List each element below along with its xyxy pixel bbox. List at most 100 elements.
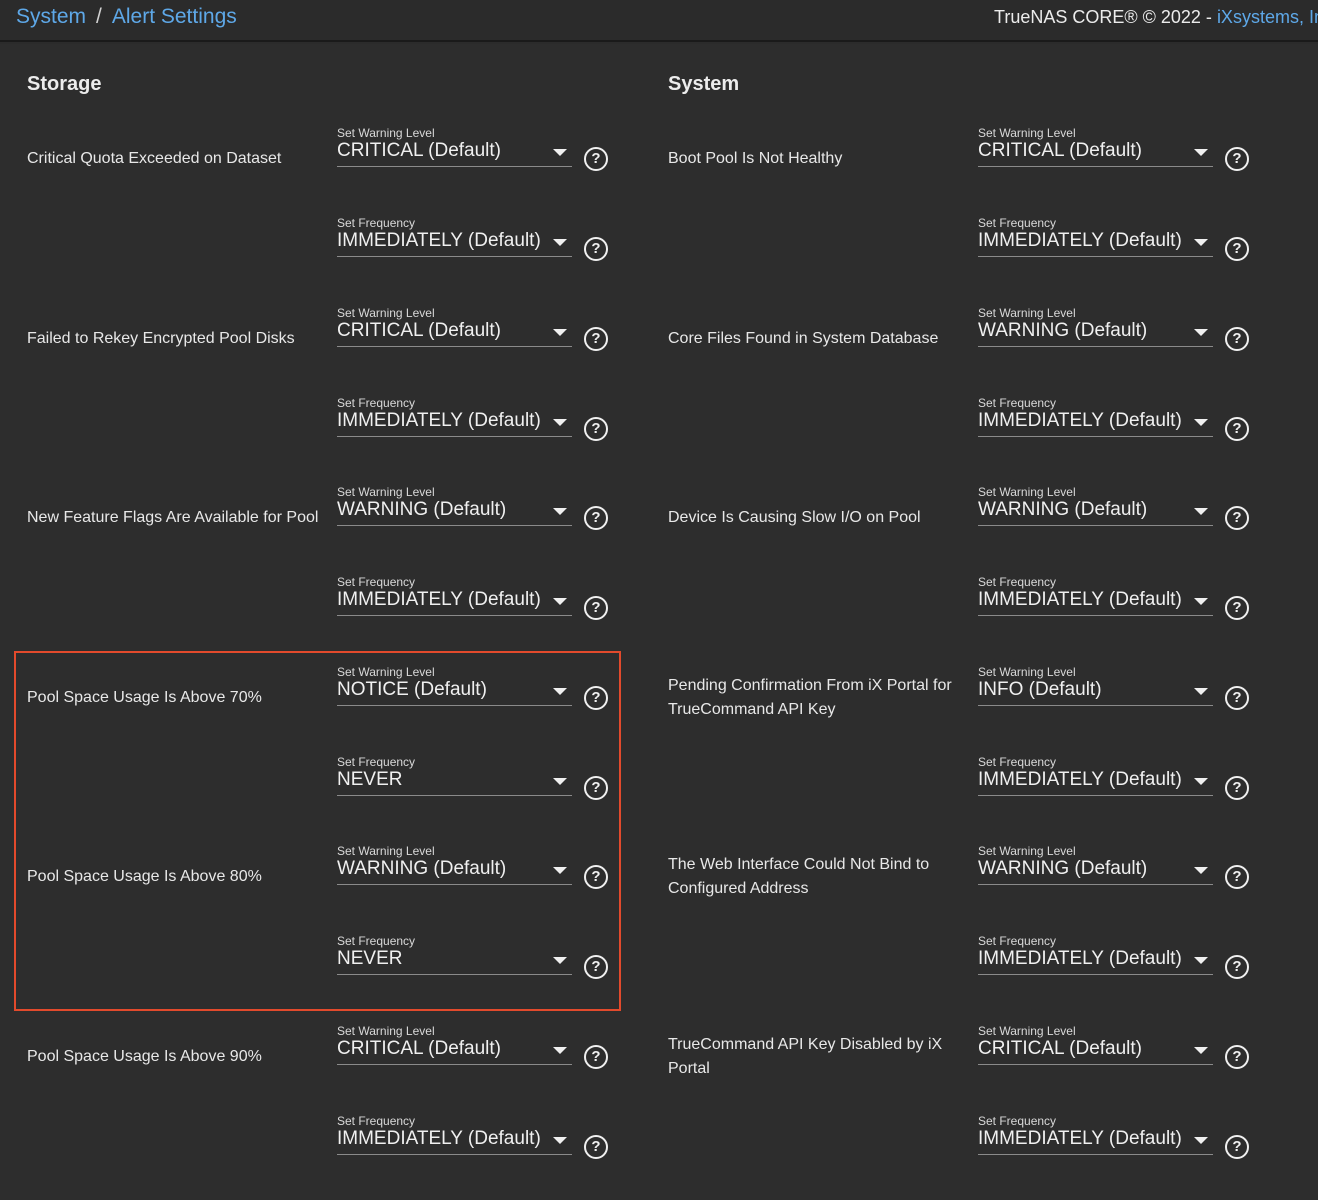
select-label: Set Warning Level: [337, 306, 435, 320]
system-alert-name: Pending Confirmation From iX Portal for …: [668, 677, 952, 718]
system-frequency-select[interactable]: Set Frequency IMMEDIATELY (Default): [978, 1114, 1214, 1164]
system-alert-name: TrueCommand API Key Disabled by iX Porta…: [668, 1036, 943, 1077]
dropdown-arrow-icon[interactable]: [1194, 778, 1208, 785]
help-icon[interactable]: ?: [1225, 237, 1249, 261]
select-value: IMMEDIATELY (Default): [978, 948, 1182, 969]
dropdown-arrow-icon[interactable]: [553, 329, 567, 336]
select-value: IMMEDIATELY (Default): [337, 1128, 541, 1149]
help-icon[interactable]: ?: [1225, 596, 1249, 620]
system-section-title: System: [668, 73, 740, 95]
select-label: Set Warning Level: [978, 844, 1076, 858]
dropdown-arrow-icon[interactable]: [1194, 419, 1208, 426]
breadcrumb-system-link[interactable]: System: [16, 5, 86, 28]
help-icon[interactable]: ?: [584, 147, 608, 171]
select-label: Set Warning Level: [978, 306, 1076, 320]
help-icon[interactable]: ?: [1225, 865, 1249, 889]
dropdown-arrow-icon[interactable]: [1194, 957, 1208, 964]
help-icon[interactable]: ?: [1225, 417, 1249, 441]
system-warning-level-select[interactable]: Set Warning Level WARNING (Default): [978, 306, 1214, 356]
storage-warning-level-select[interactable]: Set Warning Level WARNING (Default): [337, 485, 573, 535]
select-underline: [978, 974, 1213, 975]
system-frequency-select[interactable]: Set Frequency IMMEDIATELY (Default): [978, 396, 1214, 446]
storage-alert-name: Critical Quota Exceeded on Dataset: [27, 150, 282, 167]
storage-frequency-select[interactable]: Set Frequency IMMEDIATELY (Default): [337, 1114, 573, 1164]
select-label: Set Warning Level: [978, 665, 1076, 679]
breadcrumb-alert-settings-link[interactable]: Alert Settings: [112, 5, 237, 28]
storage-warning-level-select[interactable]: Set Warning Level CRITICAL (Default): [337, 1024, 573, 1074]
select-underline: [978, 256, 1213, 257]
select-label: Set Frequency: [978, 216, 1057, 230]
dropdown-arrow-icon[interactable]: [553, 1137, 567, 1144]
system-warning-level-select[interactable]: Set Warning Level INFO (Default): [978, 665, 1214, 715]
system-warning-level-select[interactable]: Set Warning Level WARNING (Default): [978, 844, 1214, 894]
help-icon[interactable]: ?: [584, 596, 608, 620]
storage-frequency-select[interactable]: Set Frequency IMMEDIATELY (Default): [337, 396, 573, 446]
storage-warning-level-select[interactable]: Set Warning Level CRITICAL (Default): [337, 126, 573, 176]
system-warning-level-select[interactable]: Set Warning Level CRITICAL (Default): [978, 126, 1214, 176]
dropdown-arrow-icon[interactable]: [1194, 508, 1208, 515]
system-frequency-select[interactable]: Set Frequency IMMEDIATELY (Default): [978, 934, 1214, 984]
select-underline: [337, 346, 572, 347]
dropdown-arrow-icon[interactable]: [1194, 329, 1208, 336]
select-value: WARNING (Default): [978, 499, 1148, 520]
dropdown-arrow-icon[interactable]: [1194, 688, 1208, 695]
select-label: Set Frequency: [337, 216, 416, 230]
select-underline: [337, 1064, 572, 1065]
storage-alert-name: New Feature Flags Are Available for Pool: [27, 509, 319, 526]
help-icon[interactable]: ?: [1225, 955, 1249, 979]
select-underline: [337, 615, 572, 616]
select-underline: [978, 705, 1213, 706]
dropdown-arrow-icon[interactable]: [1194, 239, 1208, 246]
system-alert-name: Core Files Found in System Database: [668, 330, 939, 347]
help-icon[interactable]: ?: [1225, 327, 1249, 351]
help-icon[interactable]: ?: [584, 327, 608, 351]
system-warning-level-select[interactable]: Set Warning Level CRITICAL (Default): [978, 1024, 1214, 1074]
dropdown-arrow-icon[interactable]: [1194, 598, 1208, 605]
dropdown-arrow-icon[interactable]: [1194, 867, 1208, 874]
dropdown-arrow-icon[interactable]: [1194, 1047, 1208, 1054]
select-value: IMMEDIATELY (Default): [978, 410, 1182, 431]
select-value: IMMEDIATELY (Default): [978, 1128, 1182, 1149]
help-icon[interactable]: ?: [1225, 776, 1249, 800]
dropdown-arrow-icon[interactable]: [1194, 1137, 1208, 1144]
select-label: Set Warning Level: [978, 1024, 1076, 1038]
system-frequency-select[interactable]: Set Frequency IMMEDIATELY (Default): [978, 216, 1214, 266]
select-value: IMMEDIATELY (Default): [978, 230, 1182, 251]
dropdown-arrow-icon[interactable]: [553, 1047, 567, 1054]
select-label: Set Warning Level: [978, 485, 1076, 499]
dropdown-arrow-icon[interactable]: [553, 239, 567, 246]
help-icon[interactable]: ?: [584, 506, 608, 530]
select-label: Set Frequency: [337, 396, 416, 410]
dropdown-arrow-icon[interactable]: [553, 508, 567, 515]
select-underline: [978, 884, 1213, 885]
system-alert-name: The Web Interface Could Not Bind to Conf…: [668, 856, 930, 897]
system-warning-level-select[interactable]: Set Warning Level WARNING (Default): [978, 485, 1214, 535]
select-label: Set Warning Level: [337, 485, 435, 499]
storage-frequency-select[interactable]: Set Frequency IMMEDIATELY (Default): [337, 575, 573, 625]
select-value: CRITICAL (Default): [337, 1038, 501, 1059]
system-frequency-select[interactable]: Set Frequency IMMEDIATELY (Default): [978, 755, 1214, 805]
select-underline: [978, 795, 1213, 796]
help-icon[interactable]: ?: [584, 237, 608, 261]
dropdown-arrow-icon[interactable]: [1194, 149, 1208, 156]
help-icon[interactable]: ?: [584, 1135, 608, 1159]
storage-frequency-select[interactable]: Set Frequency IMMEDIATELY (Default): [337, 216, 573, 266]
dropdown-arrow-icon[interactable]: [553, 149, 567, 156]
ixsystems-link[interactable]: iXsystems, Inc: [1217, 7, 1318, 27]
select-value: CRITICAL (Default): [978, 1038, 1142, 1059]
select-value: WARNING (Default): [978, 858, 1148, 879]
dropdown-arrow-icon[interactable]: [553, 598, 567, 605]
help-icon[interactable]: ?: [1225, 686, 1249, 710]
help-icon[interactable]: ?: [584, 1045, 608, 1069]
help-icon[interactable]: ?: [1225, 1045, 1249, 1069]
select-underline: [978, 525, 1213, 526]
system-alert-name: Boot Pool Is Not Healthy: [668, 150, 843, 167]
help-icon[interactable]: ?: [584, 417, 608, 441]
system-frequency-select[interactable]: Set Frequency IMMEDIATELY (Default): [978, 575, 1214, 625]
dropdown-arrow-icon[interactable]: [553, 419, 567, 426]
storage-warning-level-select[interactable]: Set Warning Level CRITICAL (Default): [337, 306, 573, 356]
select-label: Set Warning Level: [337, 126, 435, 140]
help-icon[interactable]: ?: [1225, 1135, 1249, 1159]
help-icon[interactable]: ?: [1225, 506, 1249, 530]
help-icon[interactable]: ?: [1225, 147, 1249, 171]
